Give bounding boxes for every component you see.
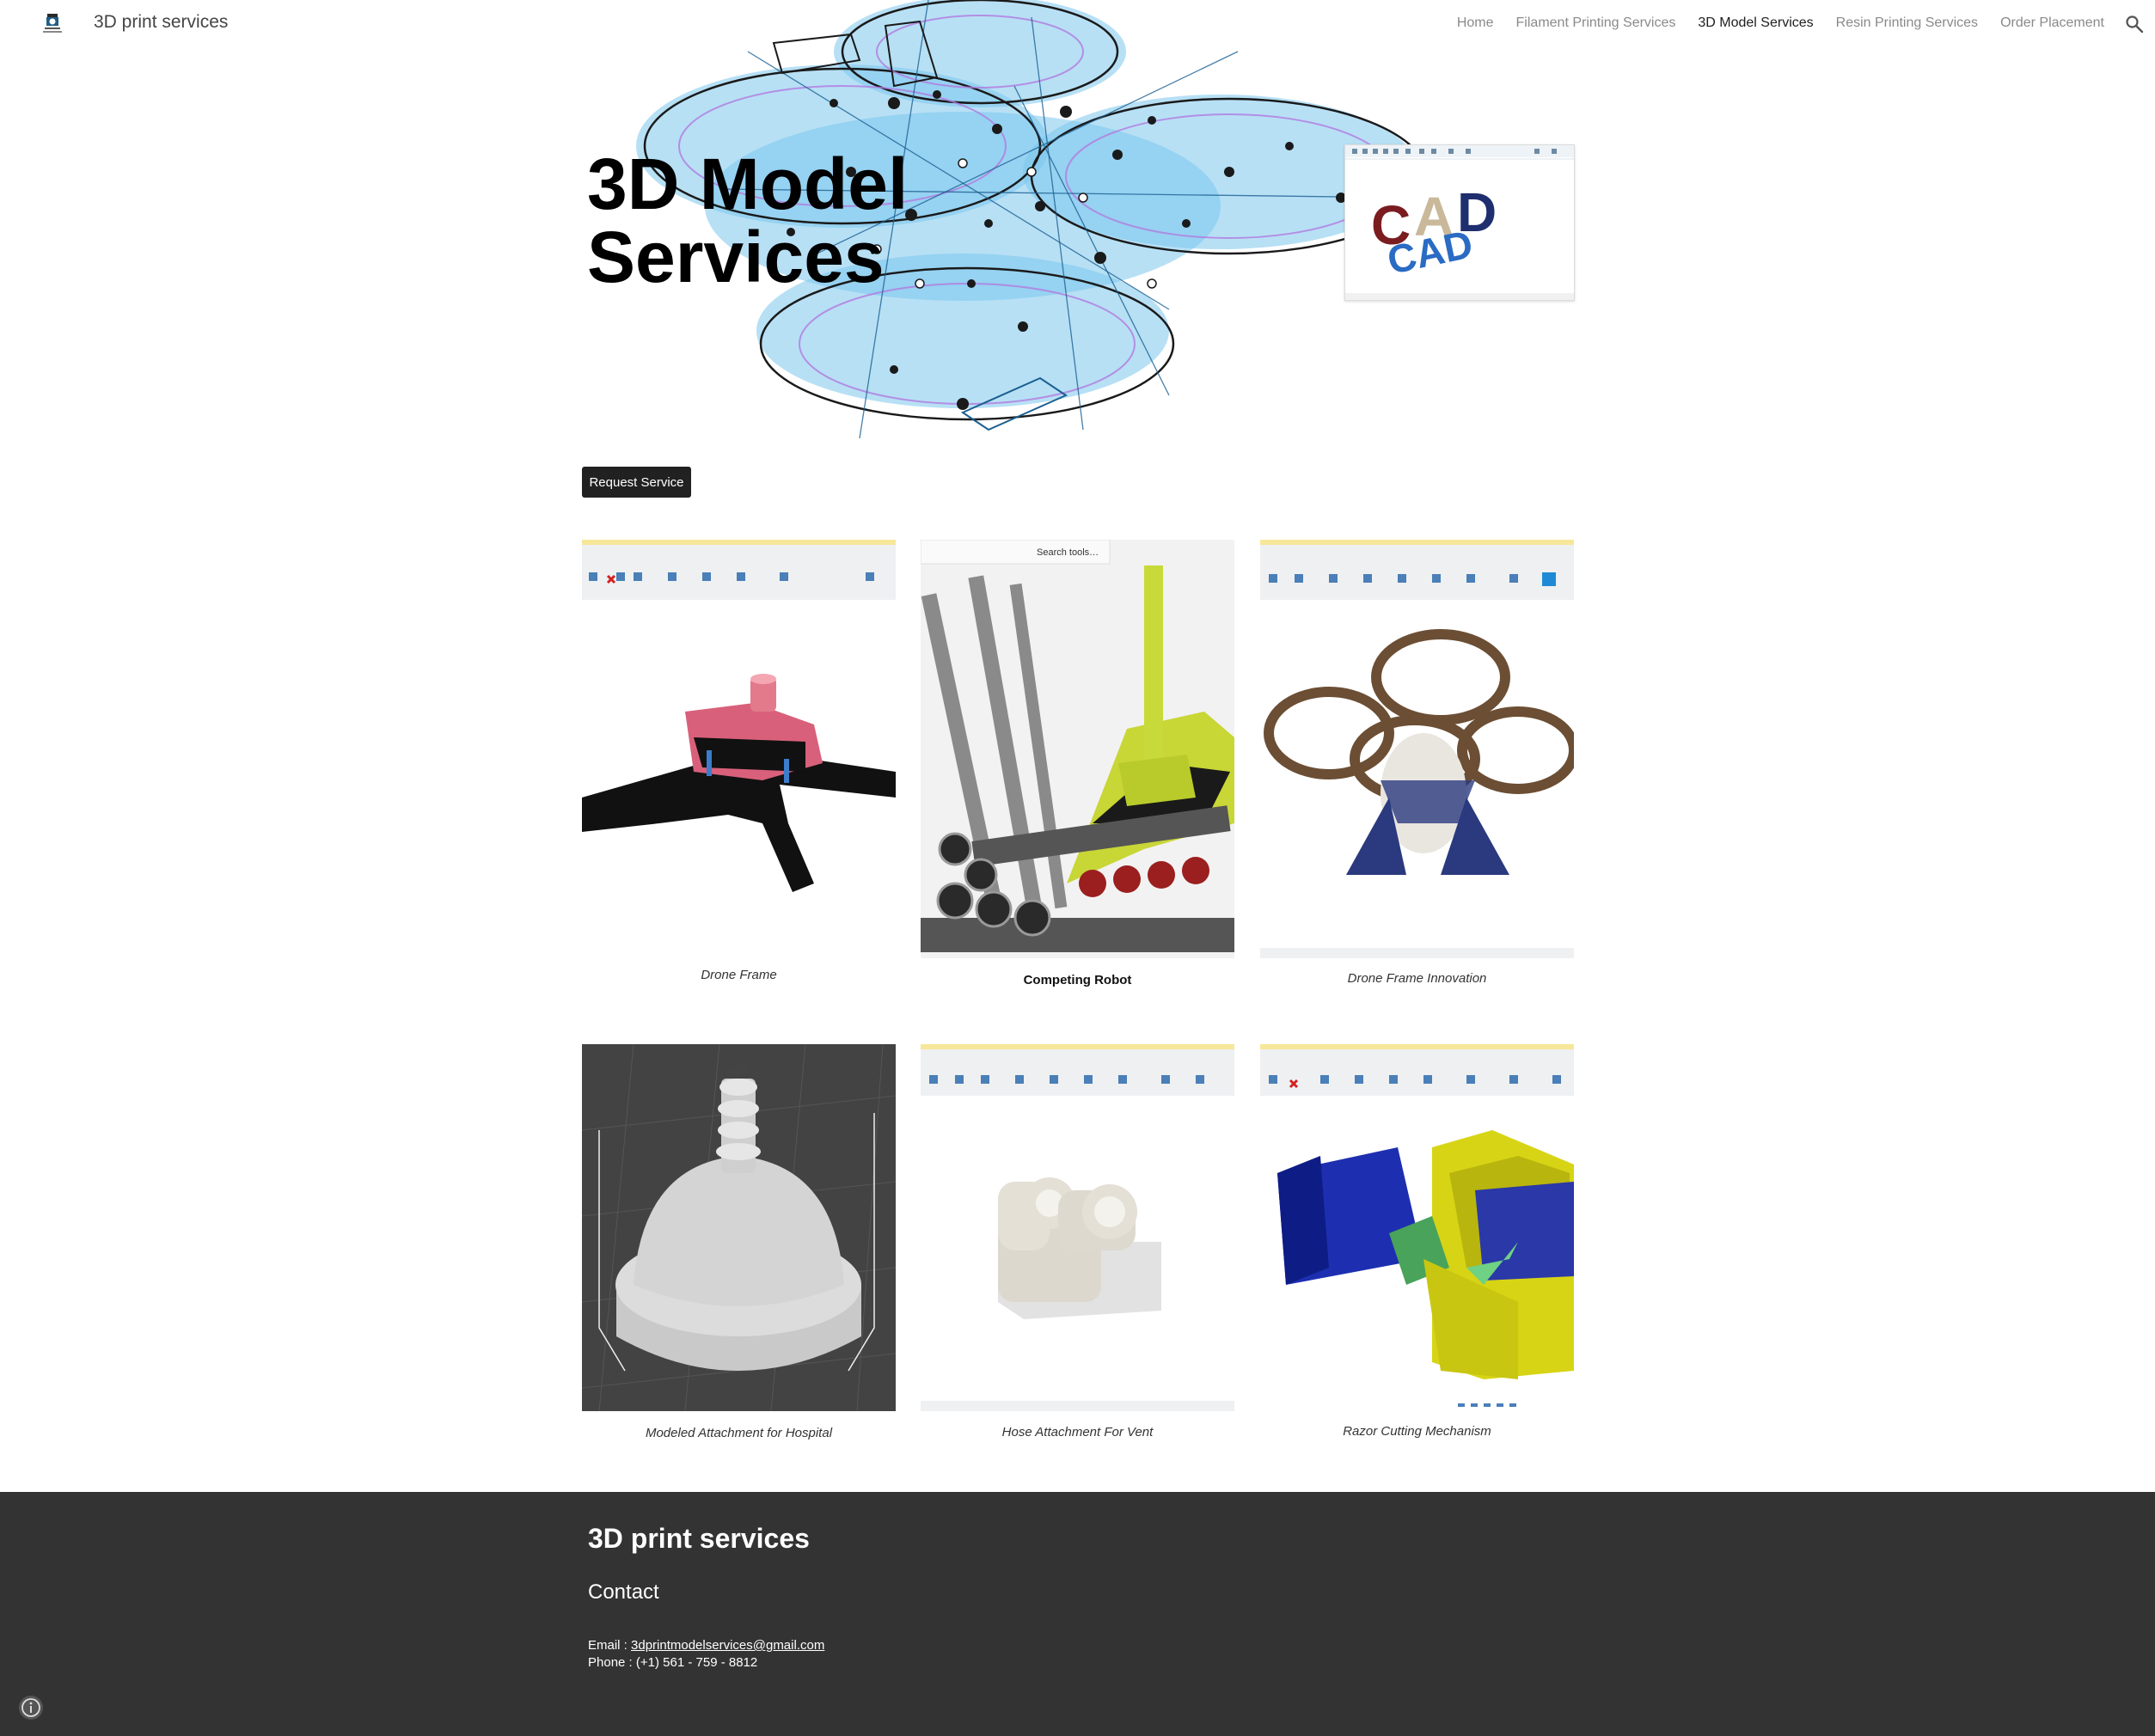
svg-text:Search tools…: Search tools… bbox=[1037, 547, 1099, 558]
gallery-caption: Hose Attachment For Vent bbox=[1001, 1425, 1154, 1440]
nav-order-placement[interactable]: Order Placement bbox=[2000, 15, 2104, 31]
gallery-caption: Drone Frame Innovation bbox=[1347, 971, 1487, 986]
nav-resin-printing[interactable]: Resin Printing Services bbox=[1836, 15, 1978, 31]
email-label: Email : bbox=[588, 1638, 628, 1653]
hose-attachment-image[interactable] bbox=[921, 1044, 1234, 1411]
footer-title: 3D print services bbox=[588, 1523, 810, 1554]
razor-cutting-mechanism-image[interactable] bbox=[1260, 1044, 1574, 1411]
drone-frame-image[interactable] bbox=[582, 540, 896, 954]
gallery-caption: Modeled Attachment for Hospital bbox=[645, 1426, 833, 1440]
search-icon[interactable] bbox=[2125, 15, 2144, 34]
hospital-attachment-image[interactable] bbox=[582, 1044, 896, 1411]
site-title[interactable]: 3D print services bbox=[94, 12, 228, 33]
gallery-caption: Drone Frame bbox=[701, 968, 777, 982]
site-logo-icon[interactable] bbox=[40, 12, 65, 36]
gallery-caption: Razor Cutting Mechanism bbox=[1343, 1424, 1491, 1439]
footer-email-line: Email : 3dprintmodelservices@gmail.com bbox=[588, 1638, 824, 1653]
nav-3d-model-services[interactable]: 3D Model Services bbox=[1698, 15, 1813, 31]
phone-label: Phone : bbox=[588, 1655, 633, 1670]
email-link[interactable]: 3dprintmodelservices@gmail.com bbox=[631, 1638, 824, 1653]
info-icon[interactable] bbox=[19, 1696, 43, 1720]
drone-frame-innovation-image[interactable] bbox=[1260, 540, 1574, 958]
request-service-button[interactable]: Request Service bbox=[582, 467, 691, 498]
competing-robot-image[interactable]: Search tools… bbox=[921, 540, 1234, 958]
footer-phone-line: Phone : (+1) 561 - 759 - 8812 bbox=[588, 1655, 757, 1670]
page-title-line1: 3D Model bbox=[587, 144, 909, 224]
phone-number: (+1) 561 - 759 - 8812 bbox=[635, 1655, 758, 1670]
page-title: 3D Model Services bbox=[587, 148, 1189, 294]
footer-contact-heading: Contact bbox=[588, 1580, 659, 1604]
site-footer: 3D print services Contact Email : 3dprin… bbox=[0, 1492, 2155, 1736]
gallery-caption: Competing Robot bbox=[1023, 973, 1132, 987]
cad-logo-screenshot: C A D CAD bbox=[1344, 144, 1575, 301]
page-title-line2: Services bbox=[587, 217, 885, 297]
